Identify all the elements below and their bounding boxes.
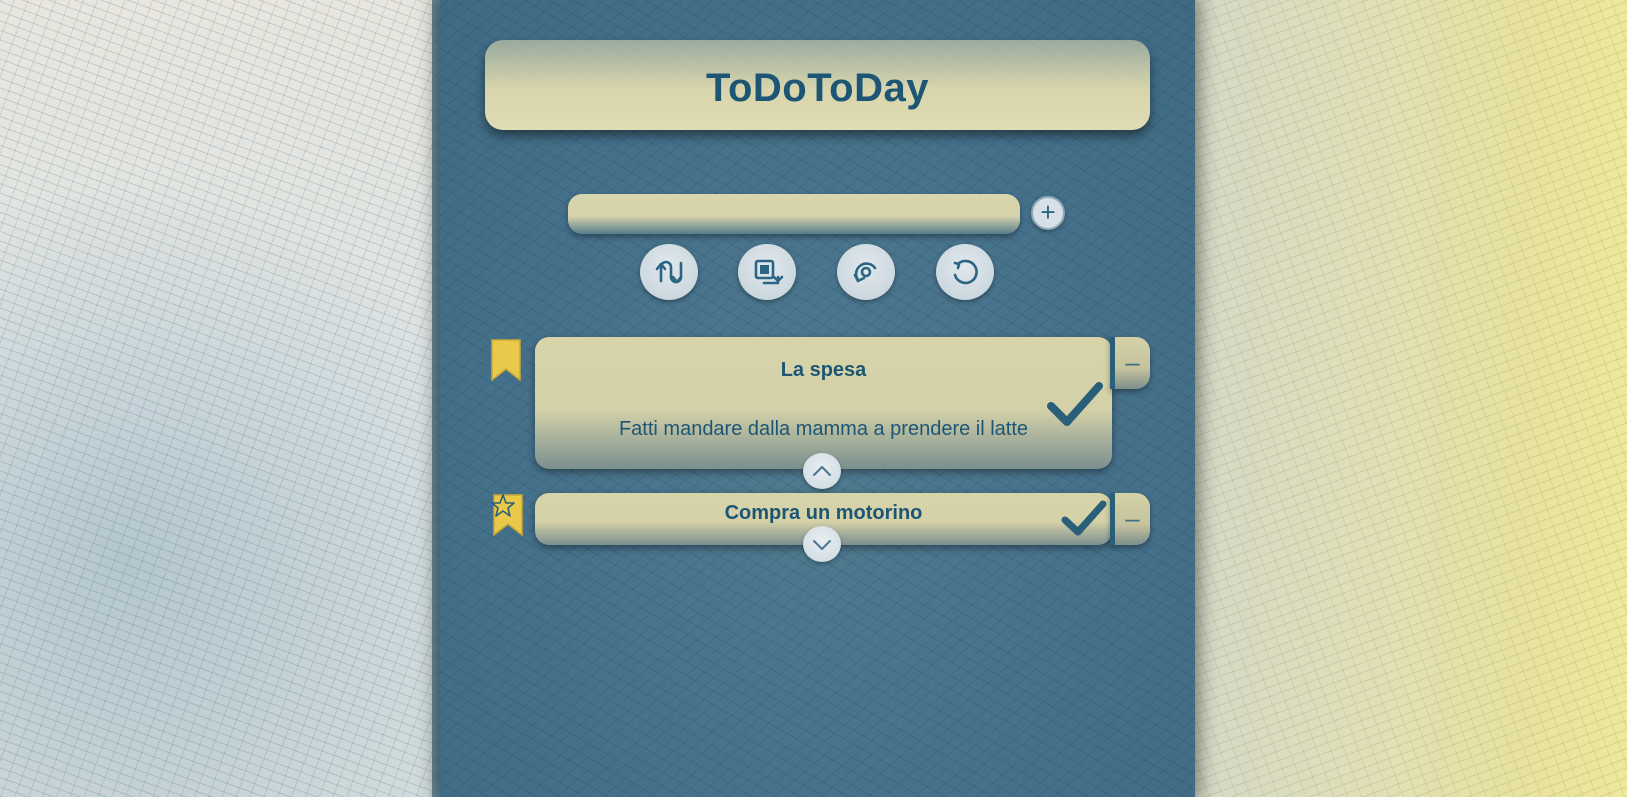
checkmark-icon[interactable] xyxy=(1061,500,1107,536)
task-title: Compra un motorino xyxy=(724,502,923,524)
bookmark-star-icon[interactable] xyxy=(490,493,526,537)
chevron-down-icon xyxy=(813,540,831,550)
app-title: ToDoToDay xyxy=(706,65,929,110)
title-card: ToDoToDay xyxy=(485,40,1150,130)
bookmark-icon[interactable] xyxy=(490,338,522,382)
chevron-up-icon xyxy=(813,466,831,476)
plus-icon: + xyxy=(1040,197,1056,227)
task-description: Fatti mandare dalla mamma a prendere il … xyxy=(618,418,1029,440)
remove-task-button[interactable]: – xyxy=(1110,337,1150,389)
reload-arrow-icon xyxy=(853,262,877,283)
sort-swap-icon xyxy=(655,260,683,284)
move-down-button[interactable] xyxy=(803,526,841,562)
move-up-button[interactable] xyxy=(803,453,841,489)
sort-button[interactable] xyxy=(640,244,698,300)
background-right xyxy=(1195,0,1627,797)
move-export-icon xyxy=(754,259,784,285)
new-task-input[interactable] xyxy=(568,194,1020,234)
background-left xyxy=(0,0,432,797)
minus-icon: – xyxy=(1125,347,1140,377)
reset-button[interactable] xyxy=(936,244,994,300)
add-task-button[interactable]: + xyxy=(1031,196,1065,230)
checkmark-icon[interactable] xyxy=(1047,382,1103,426)
task-card: La spesa Fatti mandare dalla mamma a pre… xyxy=(535,337,1112,469)
remove-task-button[interactable]: – xyxy=(1110,493,1150,545)
reset-circle-icon xyxy=(953,259,978,285)
minus-icon: – xyxy=(1125,503,1140,533)
task-title: La spesa xyxy=(780,359,867,381)
move-button[interactable] xyxy=(738,244,796,300)
reload-button[interactable] xyxy=(837,244,895,300)
